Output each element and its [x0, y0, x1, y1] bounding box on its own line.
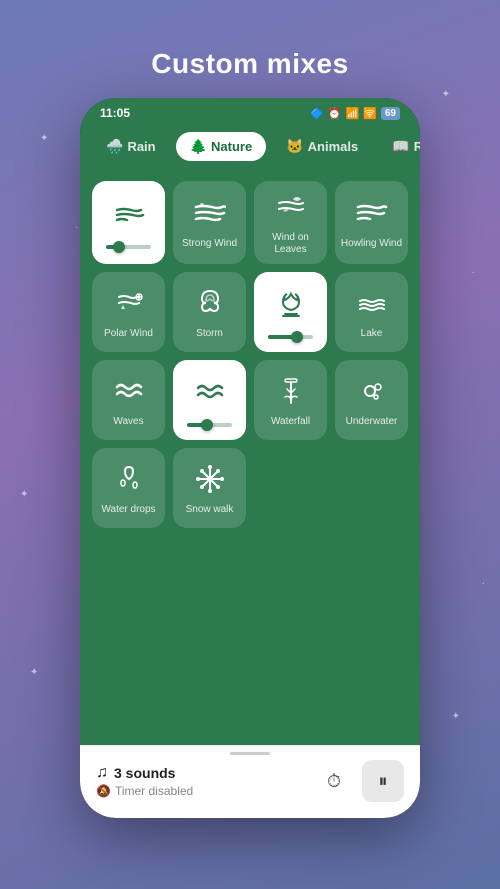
- battery-icon: 69: [381, 107, 400, 120]
- strong-wind-label: Strong Wind: [182, 238, 237, 250]
- sound-grid-container: Strong Wind Wind onLeaves: [80, 171, 420, 745]
- sounds-count: ♫ 3 sounds: [96, 764, 193, 782]
- polar-wind-icon: [113, 287, 145, 324]
- sound-item-wind[interactable]: [92, 181, 165, 264]
- sound-item-waves-active[interactable]: [173, 360, 246, 440]
- status-time: 11:05: [100, 106, 130, 120]
- sounds-count-label: 3 sounds: [114, 765, 175, 781]
- lake-icon: [356, 287, 388, 324]
- snow-walk-label: Snow walk: [186, 504, 234, 516]
- music-note-icon: ♫: [96, 764, 108, 782]
- waterfall-label: Waterfall: [271, 416, 310, 428]
- sound-item-waves[interactable]: Waves: [92, 360, 165, 440]
- tab-relax[interactable]: 📖 R: [378, 132, 420, 161]
- water-drops-icon: [113, 463, 145, 500]
- status-bar: 11:05 🔷 ⏰ 📶 🛜 69: [80, 98, 420, 124]
- sound-item-strong-wind[interactable]: Strong Wind: [173, 181, 246, 264]
- campfire-icon: [275, 288, 307, 325]
- tab-bar: 🌧️ Rain 🌲 Nature 🐱 Animals 📖 R: [80, 124, 420, 171]
- animals-emoji: 🐱: [286, 138, 303, 155]
- tab-rain[interactable]: 🌧️ Rain: [92, 132, 170, 161]
- rain-emoji: 🌧️: [106, 138, 123, 155]
- sound-item-howling-wind[interactable]: Howling Wind: [335, 181, 408, 264]
- sounds-info: ♫ 3 sounds 🔕 Timer disabled: [96, 764, 193, 798]
- underwater-icon: [356, 375, 388, 412]
- water-drops-label: Water drops: [101, 504, 155, 516]
- underwater-label: Underwater: [346, 416, 398, 428]
- sound-grid: Strong Wind Wind onLeaves: [92, 181, 408, 528]
- sound-item-lake[interactable]: Lake: [335, 272, 408, 352]
- sound-item-campfire[interactable]: [254, 272, 327, 352]
- sound-item-water-drops[interactable]: Water drops: [92, 448, 165, 528]
- howling-wind-icon: [356, 197, 388, 234]
- polar-wind-label: Polar Wind: [104, 328, 153, 340]
- phone-frame: 11:05 🔷 ⏰ 📶 🛜 69 🌧️ Rain 🌲 Nature 🐱 Anim…: [80, 98, 420, 818]
- sound-item-snow-walk[interactable]: Snow walk: [173, 448, 246, 528]
- waterfall-icon: [275, 375, 307, 412]
- wind-leaves-label: Wind onLeaves: [272, 232, 309, 256]
- relax-emoji: 📖: [392, 138, 409, 155]
- nature-emoji: 🌲: [190, 138, 207, 155]
- tab-rain-label: Rain: [127, 139, 155, 154]
- page-title: Custom mixes: [151, 48, 348, 80]
- waves-icon: [113, 375, 145, 412]
- bottom-bar: ♫ 3 sounds 🔕 Timer disabled ⏱ ⏸: [80, 745, 420, 818]
- bottom-actions: ⏱ ⏸: [316, 760, 404, 802]
- sound-item-polar-wind[interactable]: Polar Wind: [92, 272, 165, 352]
- waves-active-icon: [194, 376, 226, 413]
- sound-item-storm[interactable]: Storm: [173, 272, 246, 352]
- howling-wind-label: Howling Wind: [341, 238, 402, 250]
- timer-disabled-label: 🔕 Timer disabled: [96, 784, 193, 798]
- no-timer-icon: 🔕: [96, 784, 111, 798]
- play-pause-button[interactable]: ⏸: [362, 760, 404, 802]
- tab-animals[interactable]: 🐱 Animals: [272, 132, 372, 161]
- sound-item-waterfall[interactable]: Waterfall: [254, 360, 327, 440]
- storm-label: Storm: [196, 328, 223, 340]
- wind-icon: [113, 198, 145, 235]
- strong-wind-icon: [194, 197, 226, 234]
- status-icons: 🔷 ⏰ 📶 🛜 69: [310, 107, 400, 120]
- tab-nature[interactable]: 🌲 Nature: [176, 132, 267, 161]
- sound-item-wind-leaves[interactable]: Wind onLeaves: [254, 181, 327, 264]
- waves-slider[interactable]: [187, 423, 233, 427]
- wind-leaves-icon: [275, 191, 307, 228]
- timer-button[interactable]: ⏱: [316, 763, 352, 799]
- snow-walk-icon: [194, 463, 226, 500]
- tab-relax-label: R: [414, 139, 420, 154]
- campfire-slider[interactable]: [268, 335, 314, 339]
- tab-animals-label: Animals: [308, 139, 359, 154]
- wind-slider[interactable]: [106, 245, 152, 249]
- sound-item-underwater[interactable]: Underwater: [335, 360, 408, 440]
- lake-label: Lake: [361, 328, 383, 340]
- tab-nature-label: Nature: [211, 139, 252, 154]
- waves-label: Waves: [113, 416, 143, 428]
- storm-icon: [194, 287, 226, 324]
